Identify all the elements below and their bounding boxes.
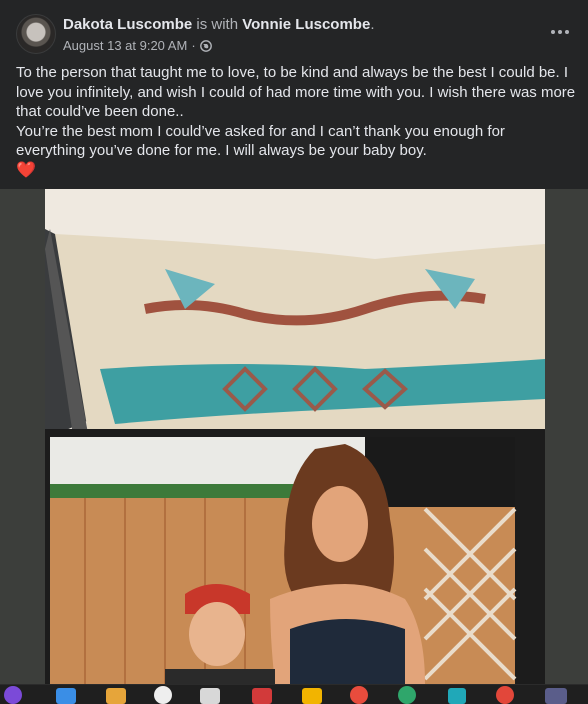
- photo-area[interactable]: [0, 189, 588, 684]
- windows-taskbar: [0, 684, 588, 704]
- with-text: is with: [196, 16, 239, 33]
- post-meta: August 13 at 9:20 AM ·: [63, 38, 212, 54]
- author-line: Dakota Luscombe is with Vonnie Luscombe.: [63, 15, 374, 35]
- post-header: Dakota Luscombe is with Vonnie Luscombe.…: [0, 0, 588, 60]
- more-dot: [565, 30, 569, 34]
- chrome-alt-icon[interactable]: [496, 686, 514, 704]
- meta-separator: ·: [191, 38, 196, 53]
- author-name[interactable]: Dakota Luscombe: [63, 16, 192, 33]
- post-paragraph-2: You’re the best mom I could’ve asked for…: [16, 122, 505, 160]
- tagged-person[interactable]: Vonnie Luscombe: [242, 16, 370, 33]
- period: .: [370, 16, 375, 33]
- author-avatar[interactable]: [16, 14, 56, 54]
- google-chrome-icon[interactable]: [350, 686, 368, 704]
- post-text: To the person that taught me to love, to…: [16, 63, 576, 181]
- globe-icon: [199, 40, 212, 52]
- more-dot: [558, 30, 562, 34]
- game-icon[interactable]: [252, 688, 272, 704]
- file-explorer-icon[interactable]: [56, 688, 76, 704]
- calendar-app-icon[interactable]: [106, 688, 126, 704]
- post-photo[interactable]: [45, 189, 545, 684]
- clock-icon[interactable]: [154, 686, 172, 704]
- photo-illustration: [45, 189, 545, 684]
- post-date[interactable]: August 13 at 9:20 AM: [63, 38, 187, 54]
- app-icon[interactable]: [302, 688, 322, 704]
- teams-icon[interactable]: [448, 688, 466, 704]
- more-options-button[interactable]: [546, 22, 574, 42]
- more-horizontal-icon: [551, 30, 555, 34]
- chrome-icon[interactable]: [200, 688, 220, 704]
- edge-icon[interactable]: [398, 686, 416, 704]
- post-paragraph-1: To the person that taught me to love, to…: [16, 64, 576, 120]
- app-badge-icon[interactable]: [545, 688, 567, 704]
- heart-emoji: ❤️: [16, 161, 36, 179]
- twitch-icon[interactable]: [4, 686, 22, 704]
